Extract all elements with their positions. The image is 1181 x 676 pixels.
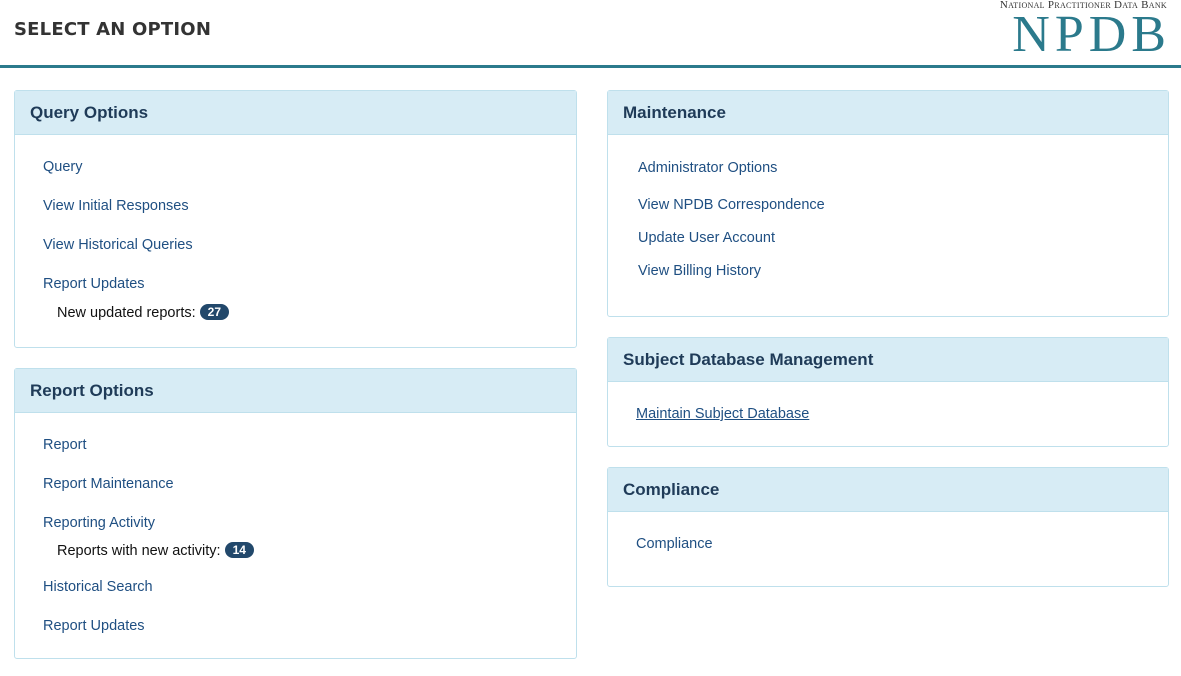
report-link[interactable]: Report xyxy=(43,437,87,453)
page-title: SELECT AN OPTION xyxy=(14,19,212,40)
query-link[interactable]: Query xyxy=(43,159,83,175)
report-options-panel: Report Options Report Report Maintenance… xyxy=(14,368,577,659)
reports-new-activity: Reports with new activity: 14 xyxy=(57,542,254,559)
administrator-options-link[interactable]: Administrator Options xyxy=(638,160,777,176)
new-activity-badge: 14 xyxy=(224,542,254,558)
new-updated-reports: New updated reports: 27 xyxy=(57,304,229,321)
view-npdb-correspondence-link[interactable]: View NPDB Correspondence xyxy=(638,197,825,213)
update-user-account-link[interactable]: Update User Account xyxy=(638,230,775,246)
report-updates-link[interactable]: Report Updates xyxy=(43,618,145,634)
report-maintenance-link[interactable]: Report Maintenance xyxy=(43,476,174,492)
historical-search-link[interactable]: Historical Search xyxy=(43,579,153,595)
view-historical-queries-link[interactable]: View Historical Queries xyxy=(43,237,193,253)
subject-database-panel: Subject Database Management Maintain Sub… xyxy=(607,337,1169,447)
logo-text: NPDB xyxy=(1012,6,1171,63)
reports-new-activity-label: Reports with new activity: xyxy=(57,543,221,559)
query-options-panel: Query Options Query View Initial Respons… xyxy=(14,90,577,348)
query-options-title: Query Options xyxy=(15,91,576,135)
view-initial-responses-link[interactable]: View Initial Responses xyxy=(43,198,189,214)
query-report-updates-link[interactable]: Report Updates xyxy=(43,276,145,292)
maintain-subject-database-link[interactable]: Maintain Subject Database xyxy=(636,406,809,422)
reporting-activity-link[interactable]: Reporting Activity xyxy=(43,515,155,531)
updated-reports-badge: 27 xyxy=(199,304,229,320)
compliance-title: Compliance xyxy=(608,468,1168,512)
compliance-panel: Compliance Compliance xyxy=(607,467,1169,587)
subject-database-title: Subject Database Management xyxy=(608,338,1168,382)
report-options-title: Report Options xyxy=(15,369,576,413)
new-updated-reports-label: New updated reports: xyxy=(57,305,196,321)
maintenance-panel: Maintenance Administrator Options View N… xyxy=(607,90,1169,317)
compliance-link[interactable]: Compliance xyxy=(636,536,713,552)
maintenance-title: Maintenance xyxy=(608,91,1168,135)
view-billing-history-link[interactable]: View Billing History xyxy=(638,263,761,279)
page-header: SELECT AN OPTION National Practitioner D… xyxy=(0,0,1181,68)
npdb-logo[interactable]: National Practitioner Data Bank NPDB xyxy=(985,0,1167,61)
